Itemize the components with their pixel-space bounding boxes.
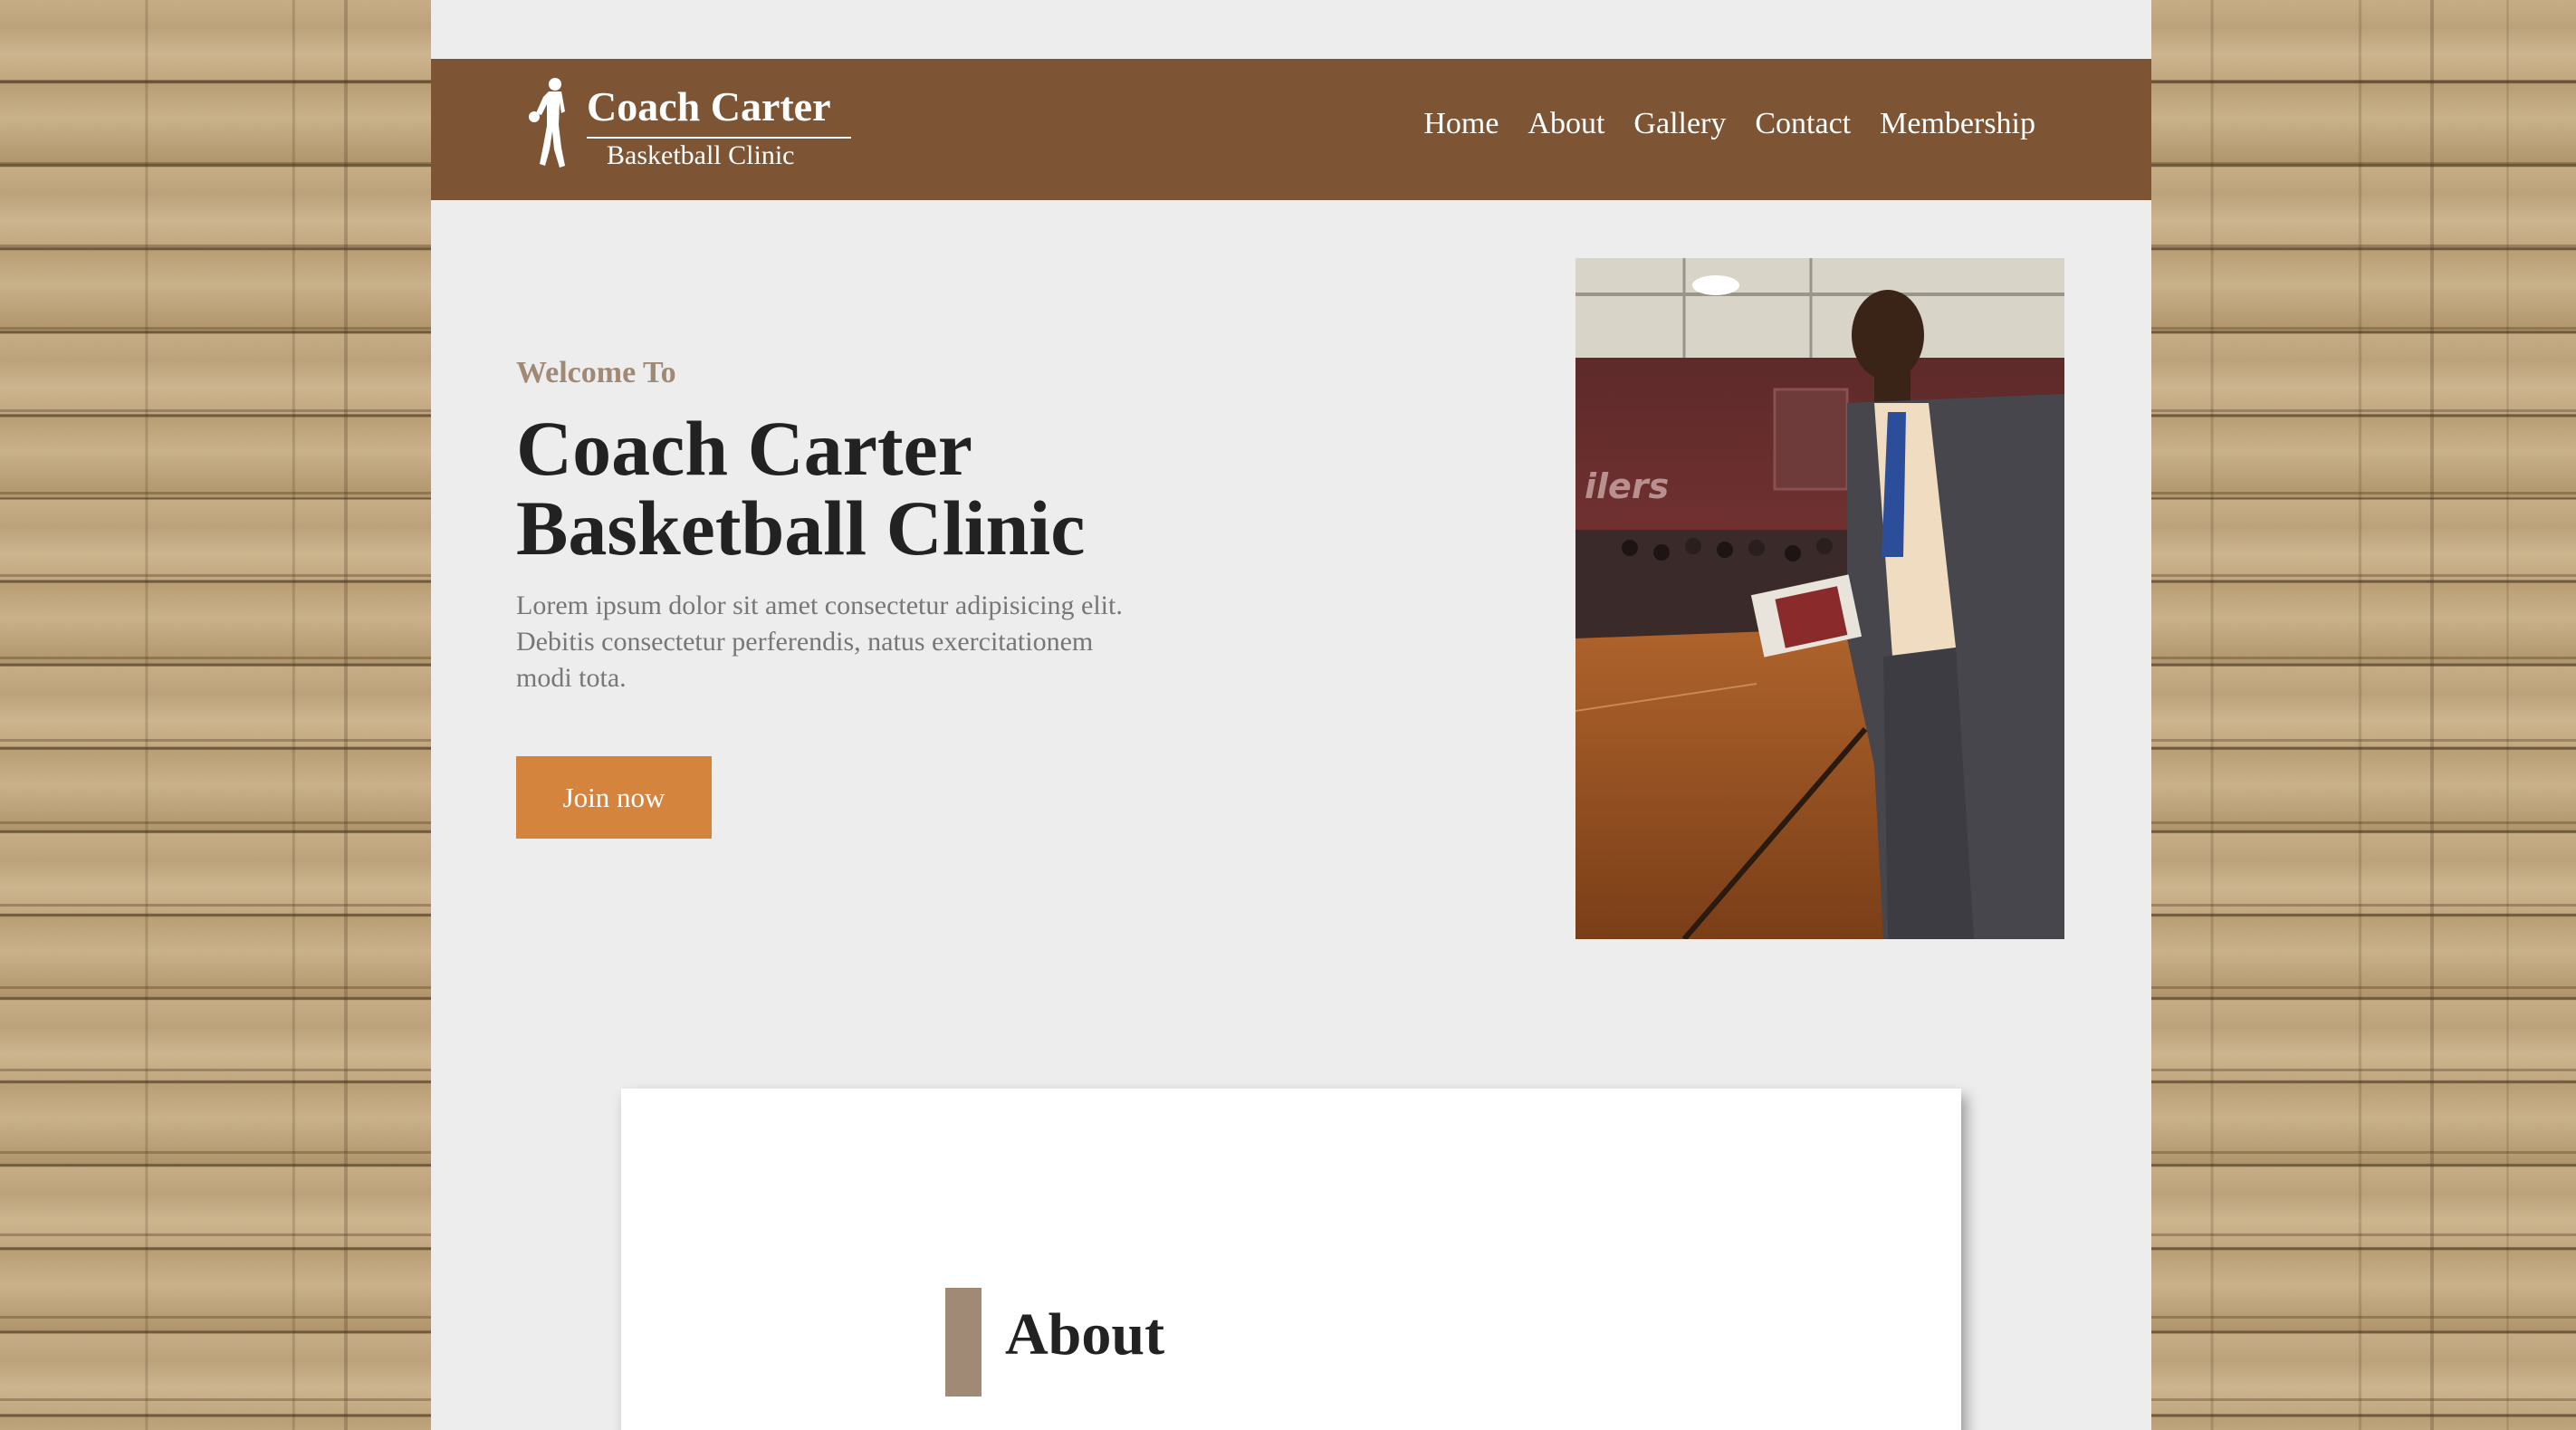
logo[interactable]: Coach Carter Basketball Clinic	[525, 75, 851, 188]
main-nav: Home About Gallery Contact Membership	[1423, 106, 2035, 143]
coach-in-gym-photo: ilers	[1575, 258, 2064, 939]
brand-divider	[587, 137, 851, 139]
nav-item-membership[interactable]: Membership	[1880, 106, 2035, 143]
brand-subtitle: Basketball Clinic	[607, 140, 795, 170]
about-accent-bar	[945, 1288, 982, 1396]
navbar: Coach Carter Basketball Clinic Home Abou…	[431, 59, 2151, 200]
hero-title-line2: Basketball Clinic	[516, 484, 1086, 571]
hero-section: Welcome To Coach Carter Basketball Clini…	[516, 355, 1150, 696]
hero-title: Coach Carter Basketball Clinic	[516, 408, 1150, 568]
about-title: About	[1005, 1301, 1165, 1368]
nav-item-about[interactable]: About	[1527, 106, 1604, 143]
basketball-player-silhouette-icon	[529, 78, 565, 168]
hero-title-line1: Coach Carter	[516, 404, 972, 492]
nav-item-contact[interactable]: Contact	[1755, 106, 1851, 143]
hero-description: Lorem ipsum dolor sit amet consectetur a…	[516, 590, 1123, 693]
join-now-button[interactable]: Join now	[516, 756, 712, 839]
nav-item-home[interactable]: Home	[1423, 106, 1499, 143]
about-card: About	[621, 1089, 1961, 1430]
nav-item-gallery[interactable]: Gallery	[1633, 106, 1726, 143]
brand-title: Coach Carter	[587, 83, 831, 130]
hero-welcome: Welcome To	[516, 356, 676, 389]
svg-text:ilers: ilers	[1585, 466, 1669, 506]
